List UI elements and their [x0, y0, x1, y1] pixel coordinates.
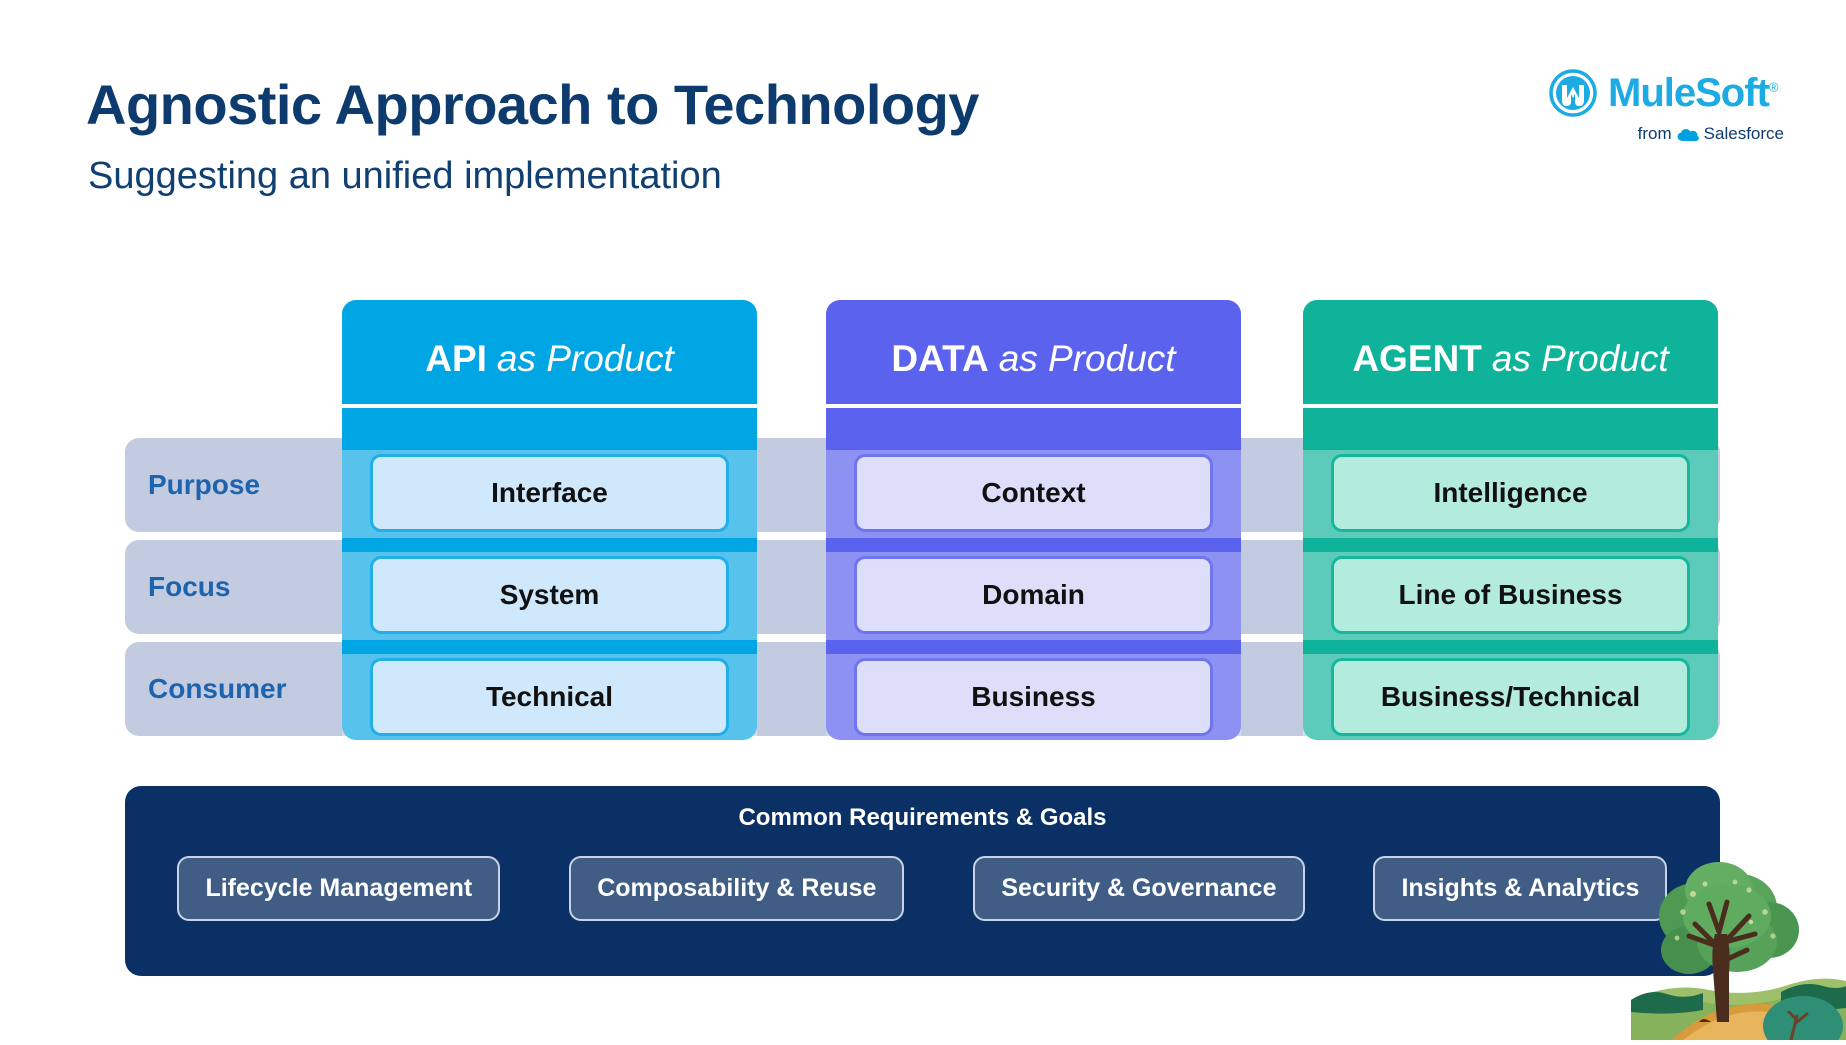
cell-strip: Intelligence — [1303, 450, 1718, 538]
column-data-as-product[interactable]: DATA as Product Context Domain Business — [826, 300, 1241, 742]
cell-strip: Context — [826, 450, 1241, 538]
pill-security-governance[interactable]: Security & Governance — [973, 856, 1305, 921]
column-body-agent: Intelligence Line of Business Business/T… — [1303, 418, 1718, 742]
column-agent-as-product[interactable]: AGENT as Product Intelligence Line of Bu… — [1303, 300, 1718, 742]
cell-api-focus[interactable]: System — [370, 556, 729, 634]
cell-data-focus[interactable]: Domain — [854, 556, 1213, 634]
common-requirements-title: Common Requirements & Goals — [738, 804, 1107, 831]
column-body-api: Interface System Technical — [342, 418, 757, 742]
column-header-data: DATA as Product — [826, 300, 1241, 418]
cell-strip: System — [342, 552, 757, 640]
cell-strip: Business — [826, 654, 1241, 742]
cell-strip: Technical — [342, 654, 757, 742]
column-body-data: Context Domain Business — [826, 418, 1241, 742]
common-requirements-pill-row: Lifecycle Management Composability & Reu… — [155, 856, 1690, 921]
column-api-as-product[interactable]: API as Product Interface System Technica… — [342, 300, 757, 742]
cell-strip: Business/Technical — [1303, 654, 1718, 742]
cell-agent-focus[interactable]: Line of Business — [1331, 556, 1690, 634]
row-label-focus: Focus — [148, 571, 231, 602]
cell-strip: Interface — [342, 450, 757, 538]
row-label-purpose: Purpose — [148, 469, 261, 500]
cell-data-consumer[interactable]: Business — [854, 658, 1213, 736]
header-rule — [1303, 404, 1718, 408]
cell-strip: Domain — [826, 552, 1241, 640]
header-rule — [342, 404, 757, 408]
header-rule — [826, 404, 1241, 408]
column-title-italic-agent: as Product — [1491, 338, 1669, 379]
column-title-bold-agent: AGENT — [1352, 338, 1482, 379]
column-header-agent: AGENT as Product — [1303, 300, 1718, 418]
cell-agent-purpose[interactable]: Intelligence — [1331, 454, 1690, 532]
row-label-consumer: Consumer — [148, 673, 287, 704]
column-title-italic-data: as Product — [998, 338, 1176, 379]
common-requirements-panel: Common Requirements & Goals Lifecycle Ma… — [125, 786, 1720, 976]
column-title-bold-data: DATA — [891, 338, 989, 379]
pill-insights-analytics[interactable]: Insights & Analytics — [1373, 856, 1668, 921]
column-title-bold-api: API — [425, 338, 487, 379]
cell-api-consumer[interactable]: Technical — [370, 658, 729, 736]
pill-composability-reuse[interactable]: Composability & Reuse — [569, 856, 905, 921]
cell-agent-consumer[interactable]: Business/Technical — [1331, 658, 1690, 736]
cell-data-purpose[interactable]: Context — [854, 454, 1213, 532]
cell-api-purpose[interactable]: Interface — [370, 454, 729, 532]
cell-strip: Line of Business — [1303, 552, 1718, 640]
column-header-api: API as Product — [342, 300, 757, 418]
column-title-italic-api: as Product — [496, 338, 674, 379]
pill-lifecycle-management[interactable]: Lifecycle Management — [177, 856, 501, 921]
